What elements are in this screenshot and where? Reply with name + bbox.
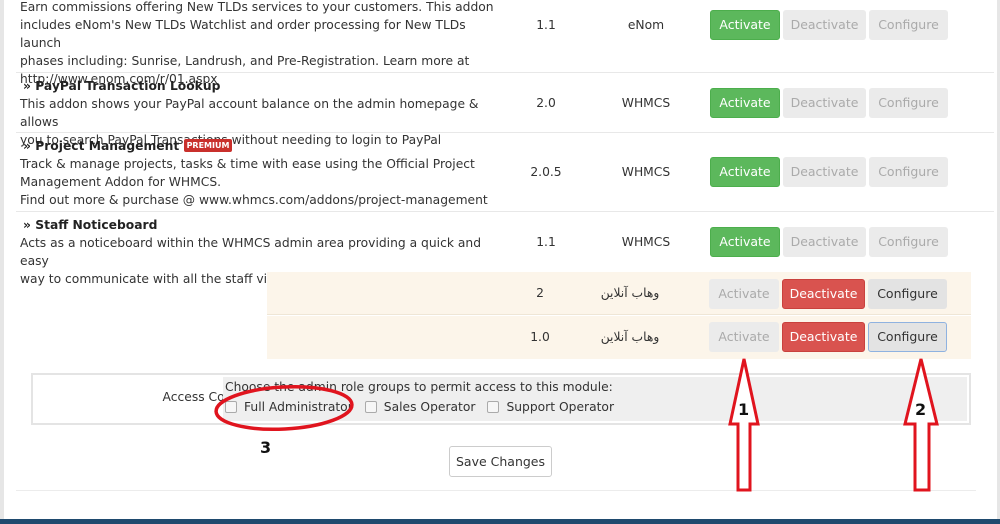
configure-button[interactable]: Configure bbox=[869, 157, 948, 187]
addon-version: 1.1 bbox=[536, 235, 556, 249]
annotation-label-2: 2 bbox=[915, 400, 927, 419]
addon-row-project-management: » Project Management PREMIUM Track & man… bbox=[16, 134, 994, 212]
deactivate-button[interactable]: Deactivate bbox=[783, 157, 866, 187]
addon-row-active-1: 2 وهاب آنلاین Activate Deactivate Config… bbox=[267, 272, 971, 315]
activate-button[interactable]: Activate bbox=[709, 279, 779, 309]
role-support-operator[interactable]: Support Operator bbox=[487, 400, 614, 414]
access-control-hint: Choose the admin role groups to permit a… bbox=[225, 380, 613, 394]
configure-button[interactable]: Configure bbox=[868, 279, 947, 309]
addon-version: 2.0.5 bbox=[530, 165, 562, 179]
deactivate-button[interactable]: Deactivate bbox=[782, 322, 865, 352]
activate-button[interactable]: Activate bbox=[710, 10, 780, 40]
configure-button[interactable]: Configure bbox=[869, 88, 948, 118]
addon-author: WHMCS bbox=[621, 96, 671, 110]
addon-author: WHMCS bbox=[621, 235, 671, 249]
deactivate-button[interactable]: Deactivate bbox=[783, 227, 866, 257]
checkbox[interactable] bbox=[364, 401, 377, 413]
addon-row-active-2: 1.0 وهاب آنلاین Activate Deactivate Conf… bbox=[267, 316, 971, 359]
addon-description: » Project Management PREMIUM Track & man… bbox=[20, 137, 500, 209]
checkbox[interactable] bbox=[487, 401, 500, 413]
role-checkbox-group: Full Administrator Sales Operator Suppor… bbox=[225, 400, 626, 414]
addon-author: وهاب آنلاین bbox=[600, 286, 660, 300]
activate-button[interactable]: Activate bbox=[709, 322, 779, 352]
addon-title: » Project Management PREMIUM bbox=[20, 137, 500, 155]
save-changes-button[interactable]: Save Changes bbox=[449, 446, 552, 477]
checkbox[interactable] bbox=[225, 401, 237, 413]
addon-version: 2.0 bbox=[536, 96, 556, 110]
addon-row-staff-noticeboard: » Staff Noticeboard Acts as a noticeboar… bbox=[16, 213, 994, 286]
annotation-label-1: 1 bbox=[738, 400, 750, 419]
addon-title: » Staff Noticeboard bbox=[23, 218, 158, 232]
addon-version: 2 bbox=[536, 286, 544, 300]
addon-author: eNom bbox=[627, 18, 665, 32]
deactivate-button[interactable]: Deactivate bbox=[783, 10, 866, 40]
activate-button[interactable]: Activate bbox=[710, 88, 780, 118]
window-bottom-bar bbox=[0, 519, 1000, 524]
configure-button[interactable]: Configure bbox=[869, 10, 948, 40]
addon-row-enom: Earn commissions offering New TLDs servi… bbox=[16, 0, 994, 86]
configure-button[interactable]: Configure bbox=[869, 227, 948, 257]
activate-button[interactable]: Activate bbox=[710, 157, 780, 187]
divider bbox=[16, 490, 976, 491]
annotation-label-3: 3 bbox=[260, 438, 272, 457]
deactivate-button[interactable]: Deactivate bbox=[782, 279, 865, 309]
role-full-administrator[interactable]: Full Administrator bbox=[225, 400, 353, 414]
configure-button[interactable]: Configure bbox=[868, 322, 947, 352]
access-control-options: Choose the admin role groups to permit a… bbox=[223, 377, 967, 421]
addon-row-paypal: » PayPal Transaction Lookup This addon s… bbox=[16, 74, 994, 147]
addon-version: 1.0 bbox=[530, 330, 550, 344]
access-control-panel: Access Control Choose the admin role gro… bbox=[31, 373, 971, 425]
role-sales-operator[interactable]: Sales Operator bbox=[364, 400, 475, 414]
addon-author: WHMCS bbox=[621, 165, 671, 179]
addon-title: » PayPal Transaction Lookup bbox=[23, 79, 221, 93]
deactivate-button[interactable]: Deactivate bbox=[783, 88, 866, 118]
addon-version: 1.1 bbox=[536, 18, 556, 32]
premium-badge: PREMIUM bbox=[183, 139, 233, 152]
activate-button[interactable]: Activate bbox=[710, 227, 780, 257]
addon-author: وهاب آنلاین bbox=[600, 330, 660, 344]
